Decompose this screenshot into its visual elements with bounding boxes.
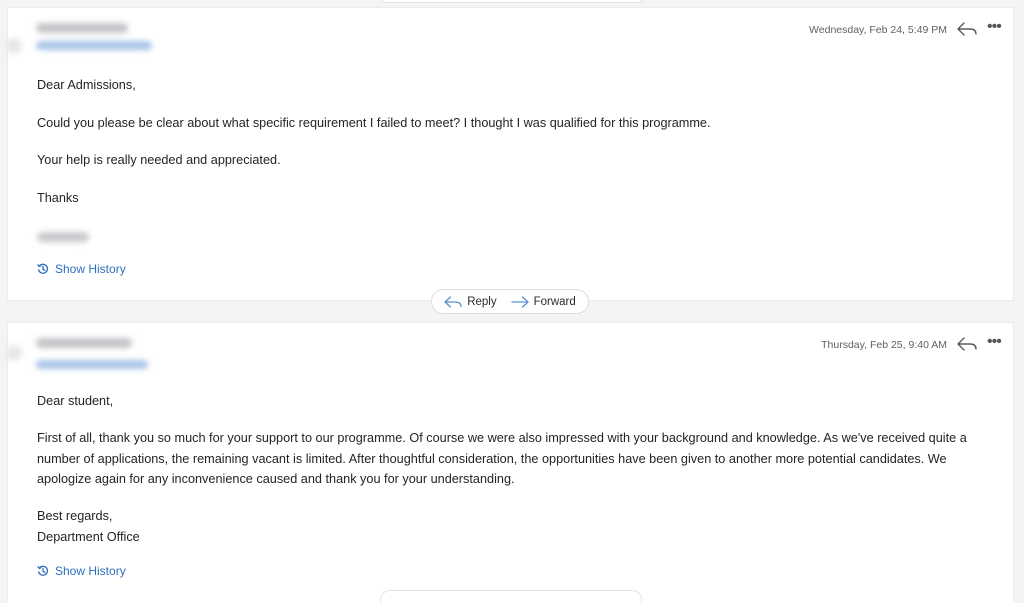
sender-avatar	[6, 38, 22, 54]
reply-arrow-icon	[444, 295, 462, 308]
more-options-icon[interactable]: •••	[987, 19, 1002, 35]
paragraph: Could you please be clear about what spe…	[37, 113, 993, 134]
paragraph: Your help is really needed and appreciat…	[37, 150, 993, 171]
paragraph: Could you please be clear about what spe…	[37, 116, 711, 130]
history-clock-icon	[37, 263, 49, 274]
forward-arrow-icon	[510, 295, 529, 308]
message-body: Dear student,	[37, 391, 993, 412]
reply-arrow-icon	[957, 22, 977, 36]
reply-forward-bar: Reply Forward	[431, 289, 589, 314]
reply-icon-button[interactable]	[956, 20, 978, 38]
paragraph: First of all, thank you so much for your…	[37, 428, 989, 490]
sender-name-redacted	[36, 23, 128, 33]
sender-name-redacted	[36, 338, 132, 348]
sender-avatar	[6, 345, 22, 361]
paragraph: First of all, thank you so much for your…	[37, 431, 967, 486]
signature: Department Office	[37, 529, 140, 544]
signature-redacted	[37, 232, 89, 242]
closing-block: Best regards, Department Office	[37, 506, 993, 547]
recipient-redacted	[36, 360, 148, 369]
show-history-link[interactable]: Show History	[37, 262, 126, 276]
message-date: Thursday, Feb 25, 9:40 AM	[821, 339, 947, 351]
reply-button[interactable]: Reply	[444, 295, 497, 308]
forward-button[interactable]: Forward	[510, 295, 576, 308]
message-card-1: Wednesday, Feb 24, 5:49 PM ••• Dear Admi…	[6, 8, 1013, 300]
recipient-redacted	[36, 41, 152, 50]
message-date: Wednesday, Feb 24, 5:49 PM	[809, 24, 947, 36]
paragraph: Thanks	[37, 191, 79, 205]
reply-icon-button[interactable]	[956, 335, 978, 353]
history-clock-icon	[37, 565, 49, 576]
show-history-label: Show History	[55, 564, 126, 578]
next-action-bar-edge	[380, 590, 642, 603]
closing: Best regards,	[37, 509, 113, 523]
paragraph: Thanks	[37, 188, 993, 209]
show-history-link[interactable]: Show History	[37, 564, 126, 578]
greeting: Dear Admissions,	[37, 78, 136, 92]
message-body: Dear Admissions,	[37, 75, 993, 96]
more-options-icon[interactable]: •••	[987, 334, 1002, 350]
forward-label: Forward	[533, 295, 576, 308]
message-card-2: Thursday, Feb 25, 9:40 AM ••• Dear stude…	[6, 323, 1013, 603]
greeting: Dear student,	[37, 394, 114, 408]
paragraph: Your help is really needed and appreciat…	[37, 153, 281, 167]
reply-label: Reply	[467, 295, 497, 308]
reply-arrow-icon	[957, 337, 977, 351]
previous-message-edge	[382, 0, 642, 3]
show-history-label: Show History	[55, 262, 126, 276]
